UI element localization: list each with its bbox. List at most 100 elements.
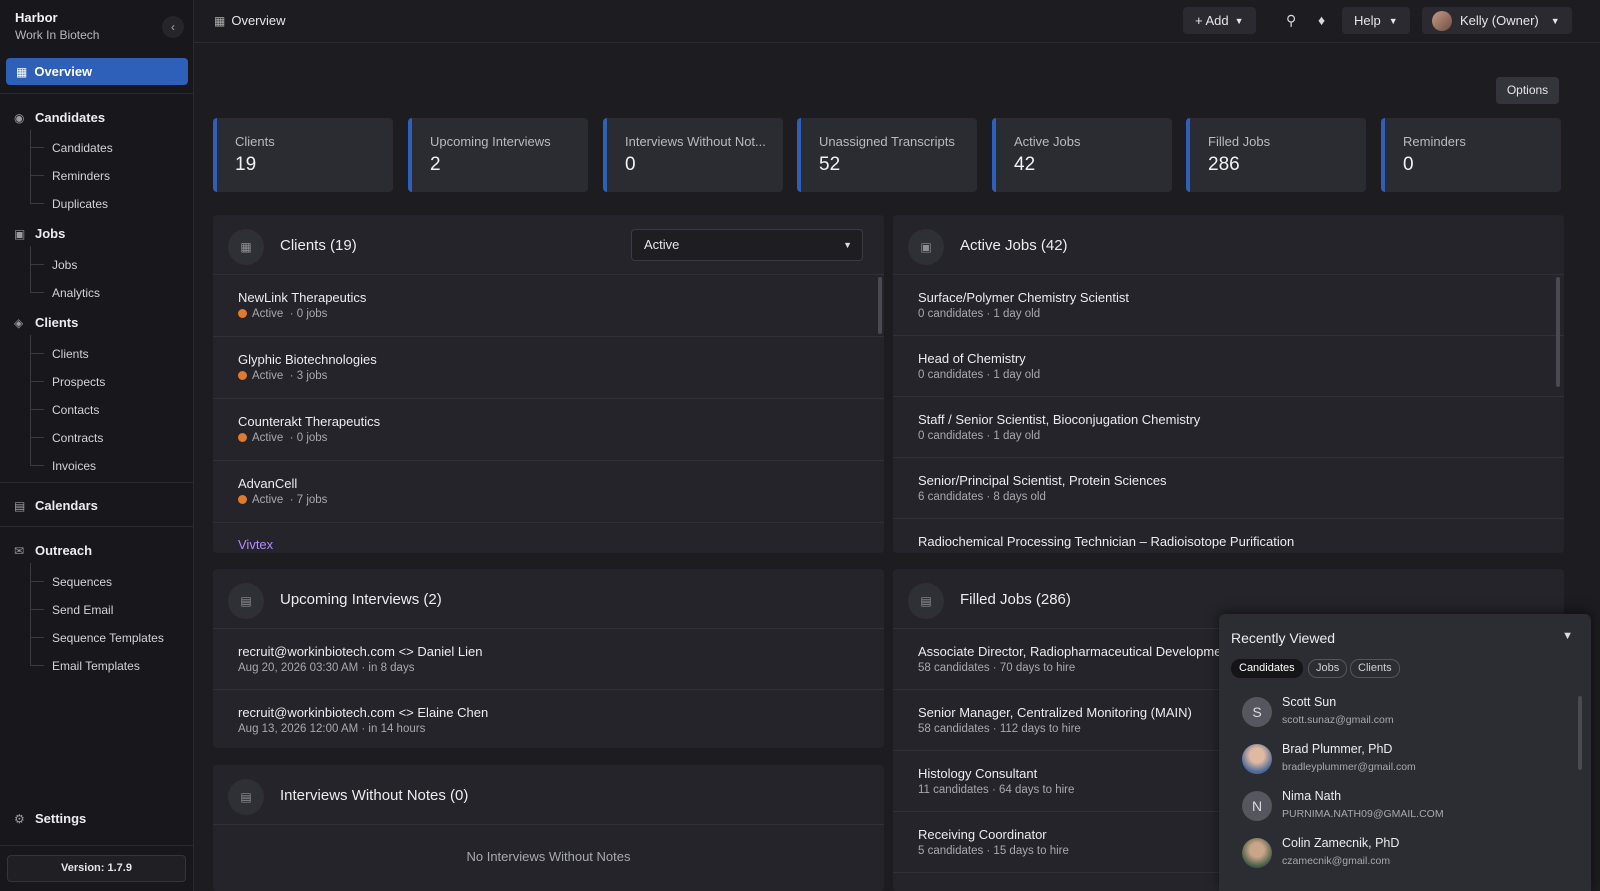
client-row[interactable]: AdvanCell Active · 7 jobs bbox=[213, 461, 884, 523]
upcoming-interviews-panel: ▤ Upcoming Interviews (2) recruit@workin… bbox=[213, 569, 884, 748]
client-jobs: · 7 jobs bbox=[289, 494, 328, 506]
scrollbar[interactable] bbox=[878, 277, 882, 334]
help-button[interactable]: Help ▼ bbox=[1342, 7, 1410, 34]
options-button[interactable]: Options bbox=[1496, 77, 1559, 104]
interviews-without-notes-panel: ▤ Interviews Without Notes (0) No Interv… bbox=[213, 765, 884, 891]
panel-title: Filled Jobs (286) bbox=[960, 591, 1071, 608]
client-row[interactable]: Glyphic Biotechnologies Active · 3 jobs bbox=[213, 337, 884, 399]
sidebar-item-contracts[interactable]: Contracts bbox=[52, 431, 103, 445]
sidebar-section-candidates[interactable]: ◉ Candidates bbox=[14, 110, 105, 125]
sidebar-item-label: Overview bbox=[34, 64, 93, 79]
job-title: Surface/Polymer Chemistry Scientist bbox=[918, 290, 1129, 305]
job-row[interactable]: Radiochemical Processing Technician – Ra… bbox=[893, 519, 1564, 553]
job-row[interactable]: Head of Chemistry 0 candidates · 1 day o… bbox=[893, 336, 1564, 397]
sidebar-item-candidates[interactable]: Candidates bbox=[52, 141, 113, 155]
tab-jobs[interactable]: Jobs bbox=[1308, 659, 1348, 678]
stat-label: Active Jobs bbox=[1014, 134, 1081, 149]
sidebar-item-analytics[interactable]: Analytics bbox=[52, 286, 100, 300]
stat-label: Unassigned Transcripts bbox=[819, 134, 955, 149]
client-meta: Active · 0 jobs bbox=[238, 308, 327, 320]
stat-card-filled-jobs[interactable]: Filled Jobs 286 bbox=[1186, 118, 1366, 192]
sidebar-section-clients[interactable]: ◈ Clients bbox=[14, 315, 78, 330]
client-jobs: · 0 jobs bbox=[289, 432, 328, 444]
tree-tick bbox=[30, 175, 44, 176]
tree-tick bbox=[30, 292, 44, 293]
sidebar-item-settings[interactable]: ⚙ Settings bbox=[14, 811, 86, 826]
interview-row[interactable]: recruit@workinbiotech.com <> Daniel Lien… bbox=[213, 629, 884, 690]
stat-card-reminders[interactable]: Reminders 0 bbox=[1381, 118, 1561, 192]
overview-icon: ▦ bbox=[16, 64, 28, 79]
recent-candidate-item[interactable]: N Nima Nath PURNIMA.NATH09@GMAIL.COM bbox=[1242, 787, 1562, 827]
client-row[interactable]: Vivtex bbox=[213, 523, 884, 553]
client-row[interactable]: NewLink Therapeutics Active · 0 jobs bbox=[213, 275, 884, 337]
brand-name: Harbor bbox=[15, 10, 58, 25]
stat-card-active-jobs[interactable]: Active Jobs 42 bbox=[992, 118, 1172, 192]
job-title: Histology Consultant bbox=[918, 766, 1038, 781]
status-dot bbox=[238, 309, 247, 318]
candidate-name: Brad Plummer, PhD bbox=[1282, 742, 1393, 756]
recent-candidate-item[interactable]: Colin Zamecnik, PhD czamecnik@gmail.com bbox=[1242, 834, 1562, 874]
scrollbar[interactable] bbox=[1556, 277, 1560, 387]
client-jobs: · 3 jobs bbox=[289, 370, 328, 382]
sidebar-section-label: Clients bbox=[35, 315, 79, 330]
job-row[interactable]: Senior/Principal Scientist, Protein Scie… bbox=[893, 458, 1564, 519]
sidebar-item-duplicates[interactable]: Duplicates bbox=[52, 197, 108, 211]
job-title: Senior/Principal Scientist, Protein Scie… bbox=[918, 473, 1167, 488]
user-menu-button[interactable]: Kelly (Owner) ▼ bbox=[1422, 7, 1572, 34]
recent-candidate-item[interactable]: Brad Plummer, PhD bradleyplummer@gmail.c… bbox=[1242, 740, 1562, 780]
job-title: Receiving Coordinator bbox=[918, 827, 1047, 842]
sidebar-item-sequences[interactable]: Sequences bbox=[52, 575, 112, 589]
search-icon[interactable]: ⚲ bbox=[1286, 12, 1296, 29]
interview-row[interactable]: recruit@workinbiotech.com <> Elaine Chen… bbox=[213, 690, 884, 748]
tree-tick bbox=[30, 637, 44, 638]
client-name: Glyphic Biotechnologies bbox=[238, 352, 377, 367]
sidebar-item-invoices[interactable]: Invoices bbox=[52, 459, 96, 473]
sidebar-item-jobs[interactable]: Jobs bbox=[52, 258, 77, 272]
collapse-sidebar-button[interactable]: ‹ bbox=[162, 16, 184, 38]
sidebar-divider bbox=[0, 482, 194, 483]
tree-tick bbox=[30, 409, 44, 410]
avatar: S bbox=[1242, 697, 1272, 727]
sidebar-item-email-templates[interactable]: Email Templates bbox=[52, 659, 140, 673]
filter-value: Active bbox=[644, 237, 680, 252]
sidebar-item-reminders[interactable]: Reminders bbox=[52, 169, 110, 183]
recent-candidate-item[interactable]: S Scott Sun scott.sunaz@gmail.com bbox=[1242, 693, 1562, 733]
sidebar-item-sequence-templates[interactable]: Sequence Templates bbox=[52, 631, 164, 645]
sidebar-section-calendars[interactable]: ▤ Calendars bbox=[14, 498, 98, 513]
job-row[interactable]: Surface/Polymer Chemistry Scientist 0 ca… bbox=[893, 275, 1564, 336]
stat-card-clients[interactable]: Clients 19 bbox=[213, 118, 393, 192]
active-jobs-panel: ▣ Active Jobs (42) Surface/Polymer Chemi… bbox=[893, 215, 1564, 553]
clients-icon: ◈ bbox=[14, 315, 24, 330]
tab-candidates[interactable]: Candidates bbox=[1231, 659, 1303, 678]
tab-clients[interactable]: Clients bbox=[1350, 659, 1400, 678]
sidebar-item-contacts[interactable]: Contacts bbox=[52, 403, 99, 417]
stat-card-unassigned-transcripts[interactable]: Unassigned Transcripts 52 bbox=[797, 118, 977, 192]
sidebar-item-send-email[interactable]: Send Email bbox=[52, 603, 113, 617]
job-title: Senior Manager, Centralized Monitoring (… bbox=[918, 705, 1192, 720]
bell-icon[interactable]: ♦ bbox=[1318, 12, 1325, 28]
sidebar-item-prospects[interactable]: Prospects bbox=[52, 375, 105, 389]
chevron-down-icon: ▼ bbox=[1550, 15, 1560, 26]
stat-card-interviews-without-notes[interactable]: Interviews Without Not... 0 bbox=[603, 118, 783, 192]
chevron-down-icon[interactable]: ▼ bbox=[1562, 630, 1573, 642]
client-row[interactable]: Counterakt Therapeutics Active · 0 jobs bbox=[213, 399, 884, 461]
stat-value: 0 bbox=[1403, 154, 1414, 175]
interview-meta: Aug 20, 2026 03:30 AM · in 8 days bbox=[238, 662, 415, 674]
job-title: Radiochemical Processing Technician – Ra… bbox=[918, 534, 1295, 549]
sidebar-section-outreach[interactable]: ✉ Outreach bbox=[14, 543, 92, 558]
candidate-email: bradleyplummer@gmail.com bbox=[1282, 761, 1416, 773]
sidebar-item-clients[interactable]: Clients bbox=[52, 347, 89, 361]
sidebar-section-jobs[interactable]: ▣ Jobs bbox=[14, 226, 65, 241]
add-button[interactable]: + Add ▼ bbox=[1183, 7, 1256, 34]
sidebar-item-overview[interactable]: ▦ Overview bbox=[6, 58, 188, 85]
client-status-filter[interactable]: Active ▼ bbox=[631, 229, 863, 261]
interview-title: recruit@workinbiotech.com <> Daniel Lien bbox=[238, 644, 483, 659]
tree-tick bbox=[30, 609, 44, 610]
job-meta: 58 candidates · 70 days to hire bbox=[918, 662, 1076, 674]
stat-card-upcoming-interviews[interactable]: Upcoming Interviews 2 bbox=[408, 118, 588, 192]
interview-meta: Aug 13, 2026 12:00 AM · in 14 hours bbox=[238, 723, 426, 735]
client-meta: Active · 3 jobs bbox=[238, 370, 327, 382]
scrollbar[interactable] bbox=[1578, 696, 1582, 770]
job-row[interactable]: Staff / Senior Scientist, Bioconjugation… bbox=[893, 397, 1564, 458]
job-meta: 6 candidates · 8 days old bbox=[918, 491, 1046, 503]
